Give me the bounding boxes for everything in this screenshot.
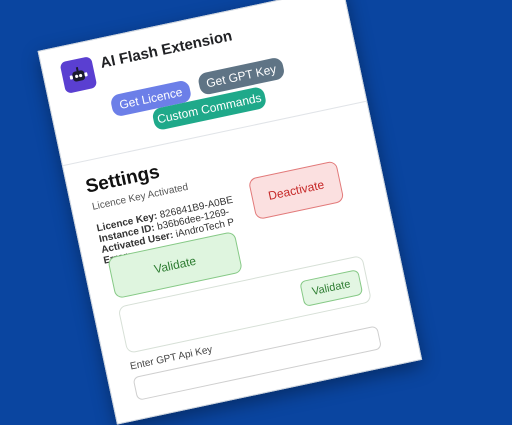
app-logo [59,55,98,94]
app-title: AI Flash Extension [98,27,234,72]
robot-icon [69,66,88,82]
deactivate-button[interactable]: Deactivate [247,160,345,221]
extension-popup: AI Flash Extension Get Licence Get GPT K… [37,0,423,425]
validate-gpt-key-button[interactable]: Validate [299,269,364,308]
